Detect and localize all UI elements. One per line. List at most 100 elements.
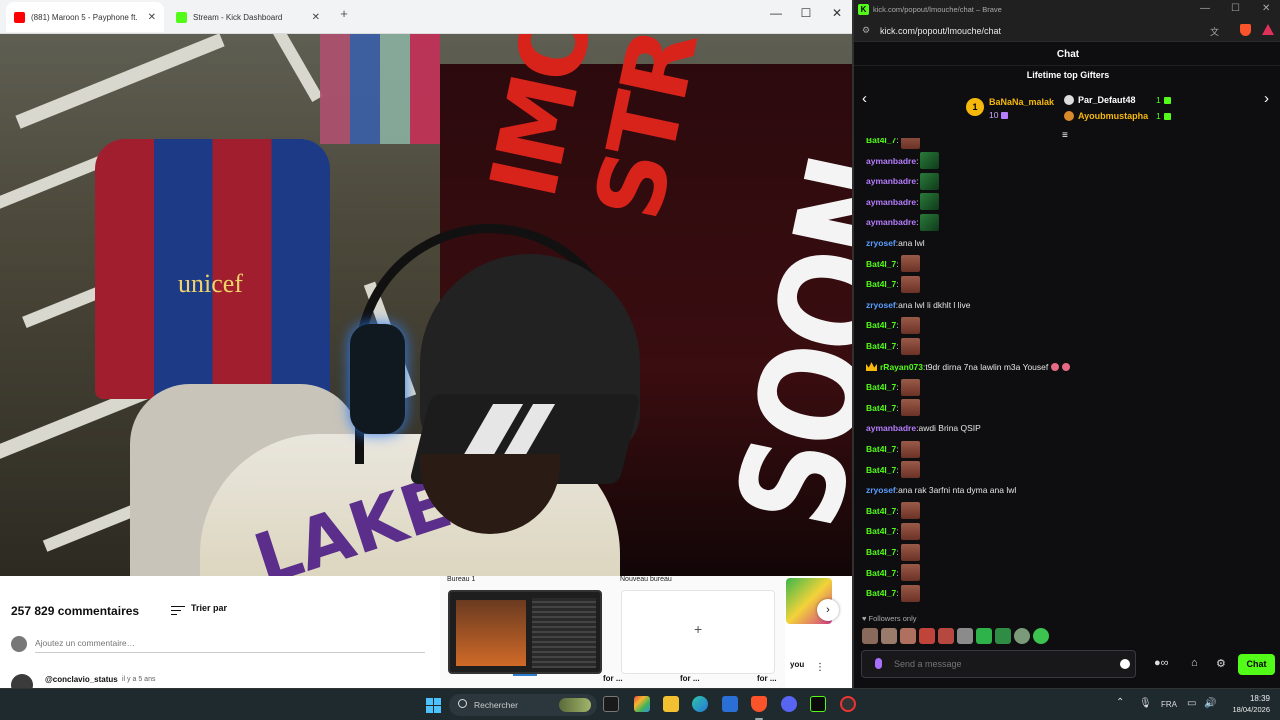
microphone-icon[interactable]: 🎙 (1139, 698, 1152, 709)
chat-username[interactable]: Bat4l_7 (866, 279, 896, 289)
clock-date[interactable]: 18/04/2026 (1228, 705, 1270, 714)
network-icon[interactable]: ▭ (1187, 698, 1196, 709)
chat-username[interactable]: aymanbadre (866, 156, 916, 166)
chat-username[interactable]: Bat4l_7 (866, 382, 896, 392)
chat-username[interactable]: Bat4l_7 (866, 588, 896, 598)
new-desktop-button[interactable]: + (621, 590, 775, 674)
minimize-icon[interactable]: — (1200, 3, 1210, 14)
file-explorer-icon[interactable] (663, 696, 679, 712)
maximize-icon[interactable]: ☐ (1231, 3, 1240, 14)
translate-icon[interactable]: 文 (1210, 25, 1219, 38)
record-app-icon[interactable] (840, 696, 856, 712)
store-icon[interactable] (722, 696, 738, 712)
emote-icon[interactable] (881, 628, 897, 644)
chat-username[interactable]: aymanbadre (866, 423, 916, 433)
clock-time[interactable]: 18:39 (1246, 694, 1270, 703)
emote-icon[interactable] (1014, 628, 1030, 644)
brave-icon[interactable] (751, 696, 767, 712)
volume-icon[interactable]: 🔊 (1204, 698, 1216, 709)
emote-icon[interactable] (1033, 628, 1049, 644)
start-icon[interactable] (426, 698, 441, 713)
emote-icon[interactable] (938, 628, 954, 644)
emote-icon[interactable] (919, 628, 935, 644)
maximize-icon[interactable]: ☐ (797, 6, 815, 20)
minimize-icon[interactable]: — (767, 6, 785, 20)
more-icon[interactable]: ⋮ (815, 662, 825, 673)
language-indicator[interactable]: FRA (1161, 700, 1177, 709)
emote-icon (920, 213, 940, 231)
emote-icon[interactable] (957, 628, 973, 644)
chat-username[interactable]: Bat4l_7 (866, 320, 896, 330)
discord-icon[interactable] (781, 696, 797, 712)
chat-username[interactable]: aymanbadre (866, 217, 916, 227)
chat-username[interactable]: zryosef (866, 300, 896, 310)
chat-message-input[interactable] (894, 659, 1114, 669)
chat-username[interactable]: Bat4l_7 (866, 526, 896, 536)
close-icon[interactable]: ✕ (828, 6, 846, 20)
tab-youtube[interactable]: (881) Maroon 5 - Payphone ft. ✕ (6, 2, 164, 32)
brave-rewards-icon[interactable] (1262, 24, 1274, 35)
video-player[interactable]: IMOUCHE STREAMING SOON unicef LAKERS (0, 34, 852, 576)
chat-username[interactable]: zryosef (866, 238, 896, 248)
chat-username[interactable]: rRayan073 (880, 362, 923, 372)
obs-icon[interactable] (810, 696, 826, 712)
chat-username[interactable]: Bat4l_7 (866, 465, 896, 475)
gear-icon[interactable]: ⚙ (1216, 657, 1226, 670)
chat-username[interactable]: Bat4l_7 (866, 403, 896, 413)
avatar[interactable] (11, 674, 33, 688)
chat-username[interactable]: aymanbadre (866, 176, 916, 186)
emoji-icon (1062, 362, 1071, 371)
microphone-icon[interactable] (875, 658, 882, 669)
address-bar[interactable]: ⚙ kick.com/popout/lmouche/chat 文 (854, 20, 1280, 42)
desktop-1-thumbnail[interactable] (448, 590, 602, 674)
emoji-icon[interactable] (1120, 659, 1130, 669)
site-settings-icon[interactable]: ⚙ (862, 25, 870, 36)
close-tab-icon[interactable]: ✕ (148, 12, 156, 23)
close-tab-icon[interactable]: ✕ (312, 12, 320, 23)
window-title: kick.com/popout/lmouche/chat – Brave (873, 5, 1002, 14)
emote-icon[interactable] (976, 628, 992, 644)
widgets-icon[interactable] (634, 696, 650, 712)
chat-username[interactable]: Bat4l_7 (866, 341, 896, 351)
chat-username[interactable]: Bat4l_7 (866, 259, 896, 269)
chat-separator: : (896, 464, 899, 475)
top-gifters-title: Lifetime top Gifters (1026, 70, 1110, 80)
plus-icon[interactable]: + (335, 6, 353, 21)
chat-separator: : (896, 320, 899, 331)
brave-shield-icon[interactable] (1240, 24, 1251, 36)
chevron-right-icon[interactable]: › (817, 599, 839, 621)
gifter-name[interactable]: Ayoubmustapha (1078, 111, 1148, 121)
sort-icon[interactable] (171, 603, 185, 618)
tab-kick-dashboard[interactable]: Stream - Kick Dashboard ✕ (168, 2, 328, 32)
taskbar-search[interactable]: Rechercher (449, 694, 597, 716)
chat-input-box[interactable] (861, 650, 1136, 678)
chat-username[interactable]: Bat4l_7 (866, 138, 896, 145)
window-titlebar: K kick.com/popout/lmouche/chat – Brave —… (854, 0, 1280, 20)
chevron-left-icon[interactable]: ‹ (862, 90, 867, 107)
chat-username[interactable]: Bat4l_7 (866, 506, 896, 516)
close-icon[interactable]: ✕ (1262, 3, 1270, 14)
add-comment-input[interactable] (35, 638, 425, 653)
chat-username[interactable]: zryosef (866, 485, 896, 495)
chevron-up-icon[interactable]: ⌃ (1116, 697, 1124, 708)
url-text[interactable]: kick.com/popout/lmouche/chat (880, 26, 1001, 36)
users-icon[interactable]: ●∞ (1154, 657, 1169, 669)
emote-icon[interactable] (862, 628, 878, 644)
chat-separator: : (896, 526, 899, 537)
gifter-name[interactable]: BaNaNa_malak (989, 97, 1054, 107)
sort-button[interactable]: Trier par (191, 603, 227, 613)
store-icon[interactable]: ⌂ (1191, 657, 1198, 669)
chat-username[interactable]: Bat4l_7 (866, 547, 896, 557)
emote-icon[interactable] (995, 628, 1011, 644)
chat-username[interactable]: Bat4l_7 (866, 568, 896, 578)
send-chat-button[interactable]: Chat (1238, 654, 1275, 675)
chevron-right-icon[interactable]: › (1264, 90, 1269, 107)
emote-icon[interactable] (900, 628, 916, 644)
gifter-name[interactable]: Par_Defaut48 (1078, 95, 1136, 105)
chat-username[interactable]: aymanbadre (866, 197, 916, 207)
chat-username[interactable]: Bat4l_7 (866, 444, 896, 454)
edge-icon[interactable] (692, 696, 708, 712)
task-view-icon[interactable] (603, 696, 619, 712)
emote-icon (900, 275, 920, 293)
comment-author[interactable]: @conclavio_status (45, 675, 118, 684)
